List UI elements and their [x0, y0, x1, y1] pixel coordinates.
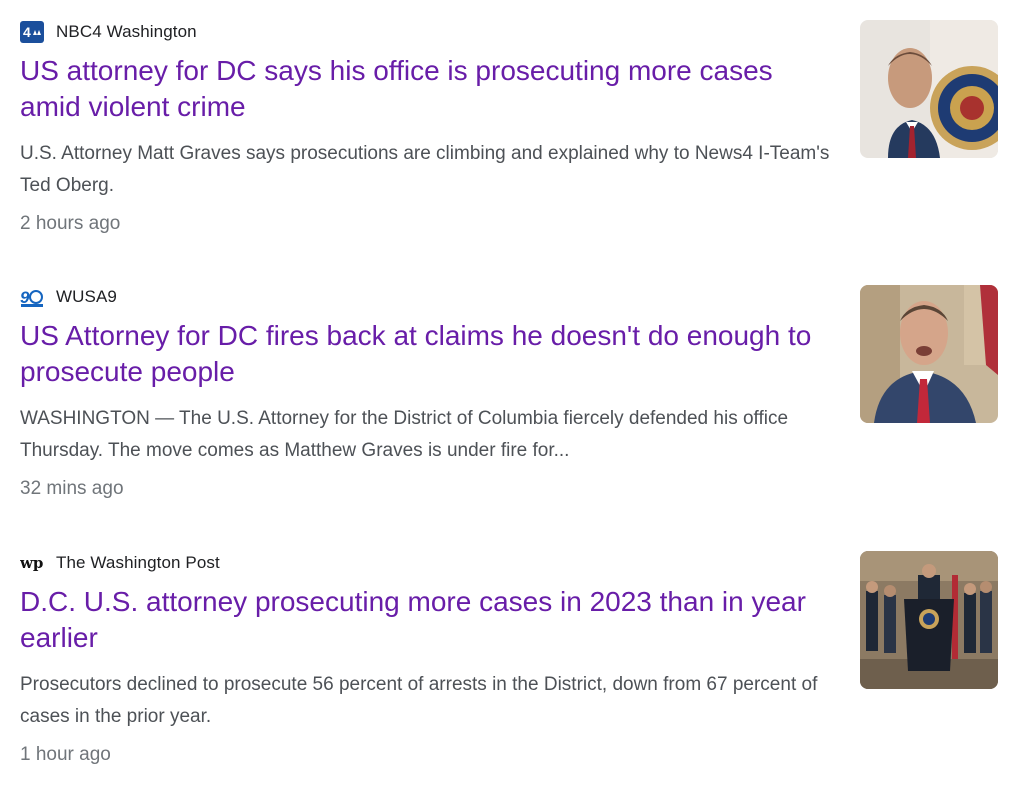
news-card[interactable]: wp The Washington Post D.C. U.S. attorne… — [20, 551, 998, 791]
news-card-text: 4 NBC4 Washington US attorney for DC say… — [20, 20, 835, 235]
wusa9-logo-icon: 9 — [20, 286, 44, 308]
article-snippet: U.S. Attorney Matt Graves says prosecuti… — [20, 143, 830, 196]
man-with-doj-seal-thumbnail[interactable] — [860, 20, 998, 158]
man-speaking-thumbnail[interactable] — [860, 285, 998, 423]
source-row: 4 NBC4 Washington — [20, 20, 835, 44]
source-row: wp The Washington Post — [20, 551, 835, 575]
source-name: WUSA9 — [56, 287, 117, 306]
svg-text:wp: wp — [20, 554, 43, 572]
headline-link[interactable]: US attorney for DC says his office is pr… — [20, 53, 835, 125]
headline-link[interactable]: US Attorney for DC fires back at claims … — [20, 318, 835, 390]
source-name: The Washington Post — [56, 553, 220, 572]
article-timestamp: 32 mins ago — [20, 478, 124, 499]
press-conference-podium-thumbnail[interactable] — [860, 551, 998, 689]
svg-text:4: 4 — [23, 24, 31, 40]
source-name: NBC4 Washington — [56, 22, 197, 41]
news-card[interactable]: 9 WUSA9 US Attorney for DC fires back at… — [20, 285, 998, 525]
source-row: 9 WUSA9 — [20, 285, 835, 309]
news-card-text: wp The Washington Post D.C. U.S. attorne… — [20, 551, 835, 766]
article-snippet: WASHINGTON — The U.S. Attorney for the D… — [20, 408, 789, 461]
news-card[interactable]: 4 NBC4 Washington US attorney for DC say… — [20, 20, 998, 260]
washington-post-logo-icon: wp — [20, 552, 44, 574]
article-timestamp: 1 hour ago — [20, 744, 111, 765]
article-snippet: Prosecutors declined to prosecute 56 per… — [20, 674, 818, 727]
nbc4-logo-icon: 4 — [20, 21, 44, 43]
article-timestamp: 2 hours ago — [20, 213, 121, 234]
news-card-text: 9 WUSA9 US Attorney for DC fires back at… — [20, 285, 835, 500]
headline-link[interactable]: D.C. U.S. attorney prosecuting more case… — [20, 584, 835, 656]
